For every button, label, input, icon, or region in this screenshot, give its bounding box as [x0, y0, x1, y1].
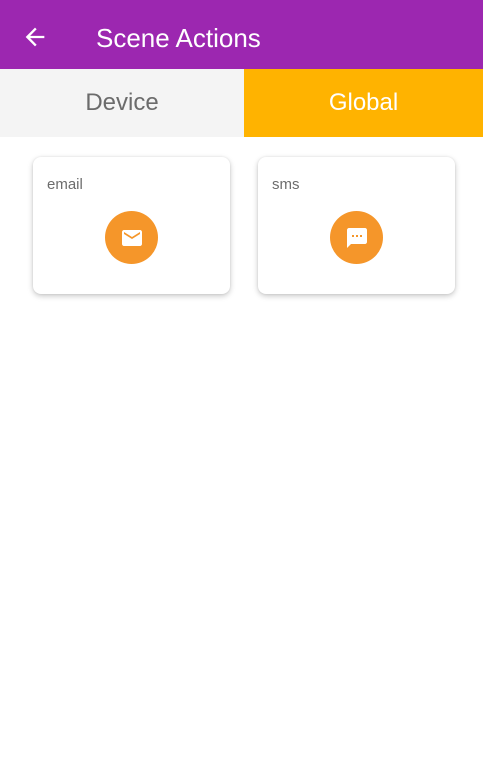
action-card-label: email	[47, 176, 83, 193]
arrow-left-icon	[25, 27, 45, 47]
tab-global[interactable]: Global	[244, 69, 483, 137]
tab-device[interactable]: Device	[0, 69, 244, 137]
page-title: Scene Actions	[96, 23, 261, 53]
app-bar: Scene Actions	[0, 0, 483, 69]
envelope-icon	[121, 229, 142, 246]
action-card-label: sms	[272, 176, 300, 193]
chat-bubble-icon	[346, 227, 367, 248]
action-card-email[interactable]: email	[33, 157, 230, 294]
tab-bar: Device Global	[0, 69, 483, 137]
back-button[interactable]	[18, 20, 52, 54]
scene-actions-screen: Scene Actions Device Global email sms	[0, 0, 483, 770]
action-card-sms[interactable]: sms	[258, 157, 455, 294]
email-icon-badge	[105, 211, 158, 264]
sms-icon-badge	[330, 211, 383, 264]
